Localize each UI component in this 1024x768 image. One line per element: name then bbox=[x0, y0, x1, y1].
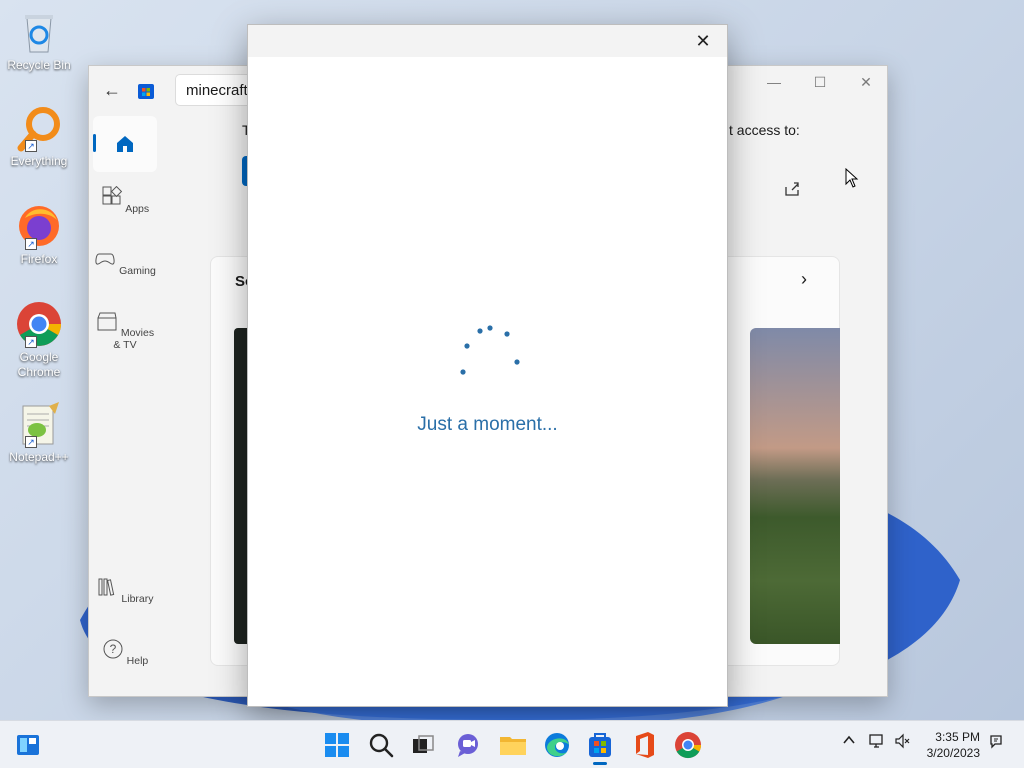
taskbar: 3:35 PM 3/20/2023 bbox=[0, 720, 1024, 768]
loading-spinner-icon bbox=[460, 325, 520, 375]
library-icon bbox=[98, 578, 115, 596]
nav-item-help[interactable]: ? Help bbox=[93, 638, 157, 667]
desktop-icon-firefox[interactable]: ↗ Firefox bbox=[4, 202, 74, 267]
apps-icon bbox=[102, 185, 123, 205]
clapperboard-icon bbox=[97, 312, 117, 331]
office-icon bbox=[636, 732, 654, 758]
home-icon bbox=[117, 136, 133, 152]
nav-item-movies-tv[interactable]: Movies & TV bbox=[93, 310, 157, 351]
taskbar-clock[interactable]: 3:35 PM 3/20/2023 bbox=[927, 729, 980, 761]
nav-item-library[interactable]: Library bbox=[93, 576, 157, 605]
shortcut-arrow-icon: ↗ bbox=[25, 238, 37, 250]
teams-chat-button[interactable] bbox=[452, 729, 484, 761]
active-app-indicator bbox=[593, 762, 607, 765]
search-button[interactable] bbox=[365, 729, 397, 761]
search-icon bbox=[369, 733, 394, 758]
maximize-icon[interactable]: ☐ bbox=[805, 74, 835, 92]
loading-dialog: ✕ Just a moment... bbox=[247, 24, 728, 707]
network-icon[interactable] bbox=[868, 733, 886, 752]
chrome-button[interactable] bbox=[672, 729, 704, 761]
everything-search-icon: ↗ bbox=[15, 104, 63, 152]
gamepad-icon bbox=[95, 253, 115, 265]
file-explorer-button[interactable] bbox=[497, 729, 529, 761]
active-indicator bbox=[93, 134, 96, 152]
store-button[interactable] bbox=[584, 729, 616, 765]
office-button[interactable] bbox=[628, 729, 660, 761]
chat-icon bbox=[458, 734, 478, 757]
nav-label: Library bbox=[121, 593, 154, 605]
desktop-icon-label: Notepad++ bbox=[9, 450, 69, 464]
shortcut-arrow-icon: ↗ bbox=[25, 436, 37, 448]
firefox-icon: ↗ bbox=[15, 202, 63, 250]
nav-item-apps[interactable]: Apps bbox=[93, 185, 157, 215]
chrome-icon: ↗ bbox=[15, 300, 63, 348]
back-arrow-icon[interactable]: ← bbox=[103, 80, 123, 100]
desktop-icon-notepad-plus-plus[interactable]: ↗ Notepad++ bbox=[4, 400, 74, 465]
chevron-right-icon[interactable]: › bbox=[801, 269, 807, 290]
desktop-icon-label: Recycle Bin bbox=[7, 58, 71, 72]
game-thumbnail-right[interactable] bbox=[750, 328, 840, 644]
share-icon[interactable] bbox=[783, 180, 801, 198]
nav-item-home[interactable] bbox=[93, 116, 157, 172]
shortcut-arrow-icon: ↗ bbox=[25, 140, 37, 152]
desktop-icon-recycle-bin[interactable]: Recycle Bin bbox=[4, 8, 74, 73]
show-hidden-icons-chevron-up-icon[interactable] bbox=[842, 733, 856, 750]
clock-time: 3:35 PM bbox=[935, 730, 980, 744]
shortcut-arrow-icon: ↗ bbox=[25, 336, 37, 348]
close-icon[interactable]: ✕ bbox=[851, 74, 881, 92]
widgets-icon bbox=[17, 735, 39, 755]
loading-message: Just a moment... bbox=[417, 414, 558, 435]
svg-text:?: ? bbox=[109, 642, 116, 656]
task-view-icon bbox=[413, 735, 434, 753]
notification-icon[interactable] bbox=[988, 733, 1004, 752]
edge-button[interactable] bbox=[541, 729, 573, 761]
nav-label: Movies & TV bbox=[113, 327, 155, 351]
help-icon: ? bbox=[103, 639, 123, 659]
nav-label: Gaming bbox=[119, 265, 156, 277]
store-icon bbox=[589, 733, 611, 757]
nav-item-gaming[interactable]: Gaming bbox=[93, 248, 157, 277]
folder-icon bbox=[500, 737, 526, 755]
nav-label: Help bbox=[126, 655, 149, 667]
recycle-bin-icon bbox=[15, 8, 63, 56]
desktop-icon-everything[interactable]: ↗ Everything bbox=[4, 104, 74, 169]
task-view-button[interactable] bbox=[407, 729, 439, 761]
nav-label: Apps bbox=[125, 203, 150, 215]
edge-icon bbox=[545, 733, 569, 757]
desktop-icon-label: Everything bbox=[10, 154, 68, 168]
chrome-icon bbox=[675, 732, 702, 759]
partial-text-right: t access to: bbox=[729, 122, 800, 138]
minimize-icon[interactable]: — bbox=[759, 74, 789, 92]
clock-date: 3/20/2023 bbox=[926, 746, 980, 760]
mouse-cursor-icon bbox=[845, 168, 859, 188]
store-logo-icon bbox=[138, 84, 154, 99]
desktop-icon-label: Google Chrome bbox=[17, 350, 61, 379]
windows-start-icon bbox=[325, 733, 349, 757]
store-sidenav: Apps Gaming Movies & TV Library ? Help bbox=[89, 114, 161, 696]
desktop-icon-label: Firefox bbox=[20, 252, 58, 266]
desktop-icon-google-chrome[interactable]: ↗ Google Chrome bbox=[4, 300, 74, 380]
notepad-plus-plus-icon: ↗ bbox=[15, 400, 63, 448]
start-button[interactable] bbox=[321, 729, 353, 761]
close-icon[interactable]: ✕ bbox=[693, 31, 713, 51]
volume-muted-icon[interactable] bbox=[894, 733, 912, 752]
widgets-button[interactable] bbox=[12, 729, 44, 761]
dialog-header: ✕ bbox=[248, 25, 727, 57]
